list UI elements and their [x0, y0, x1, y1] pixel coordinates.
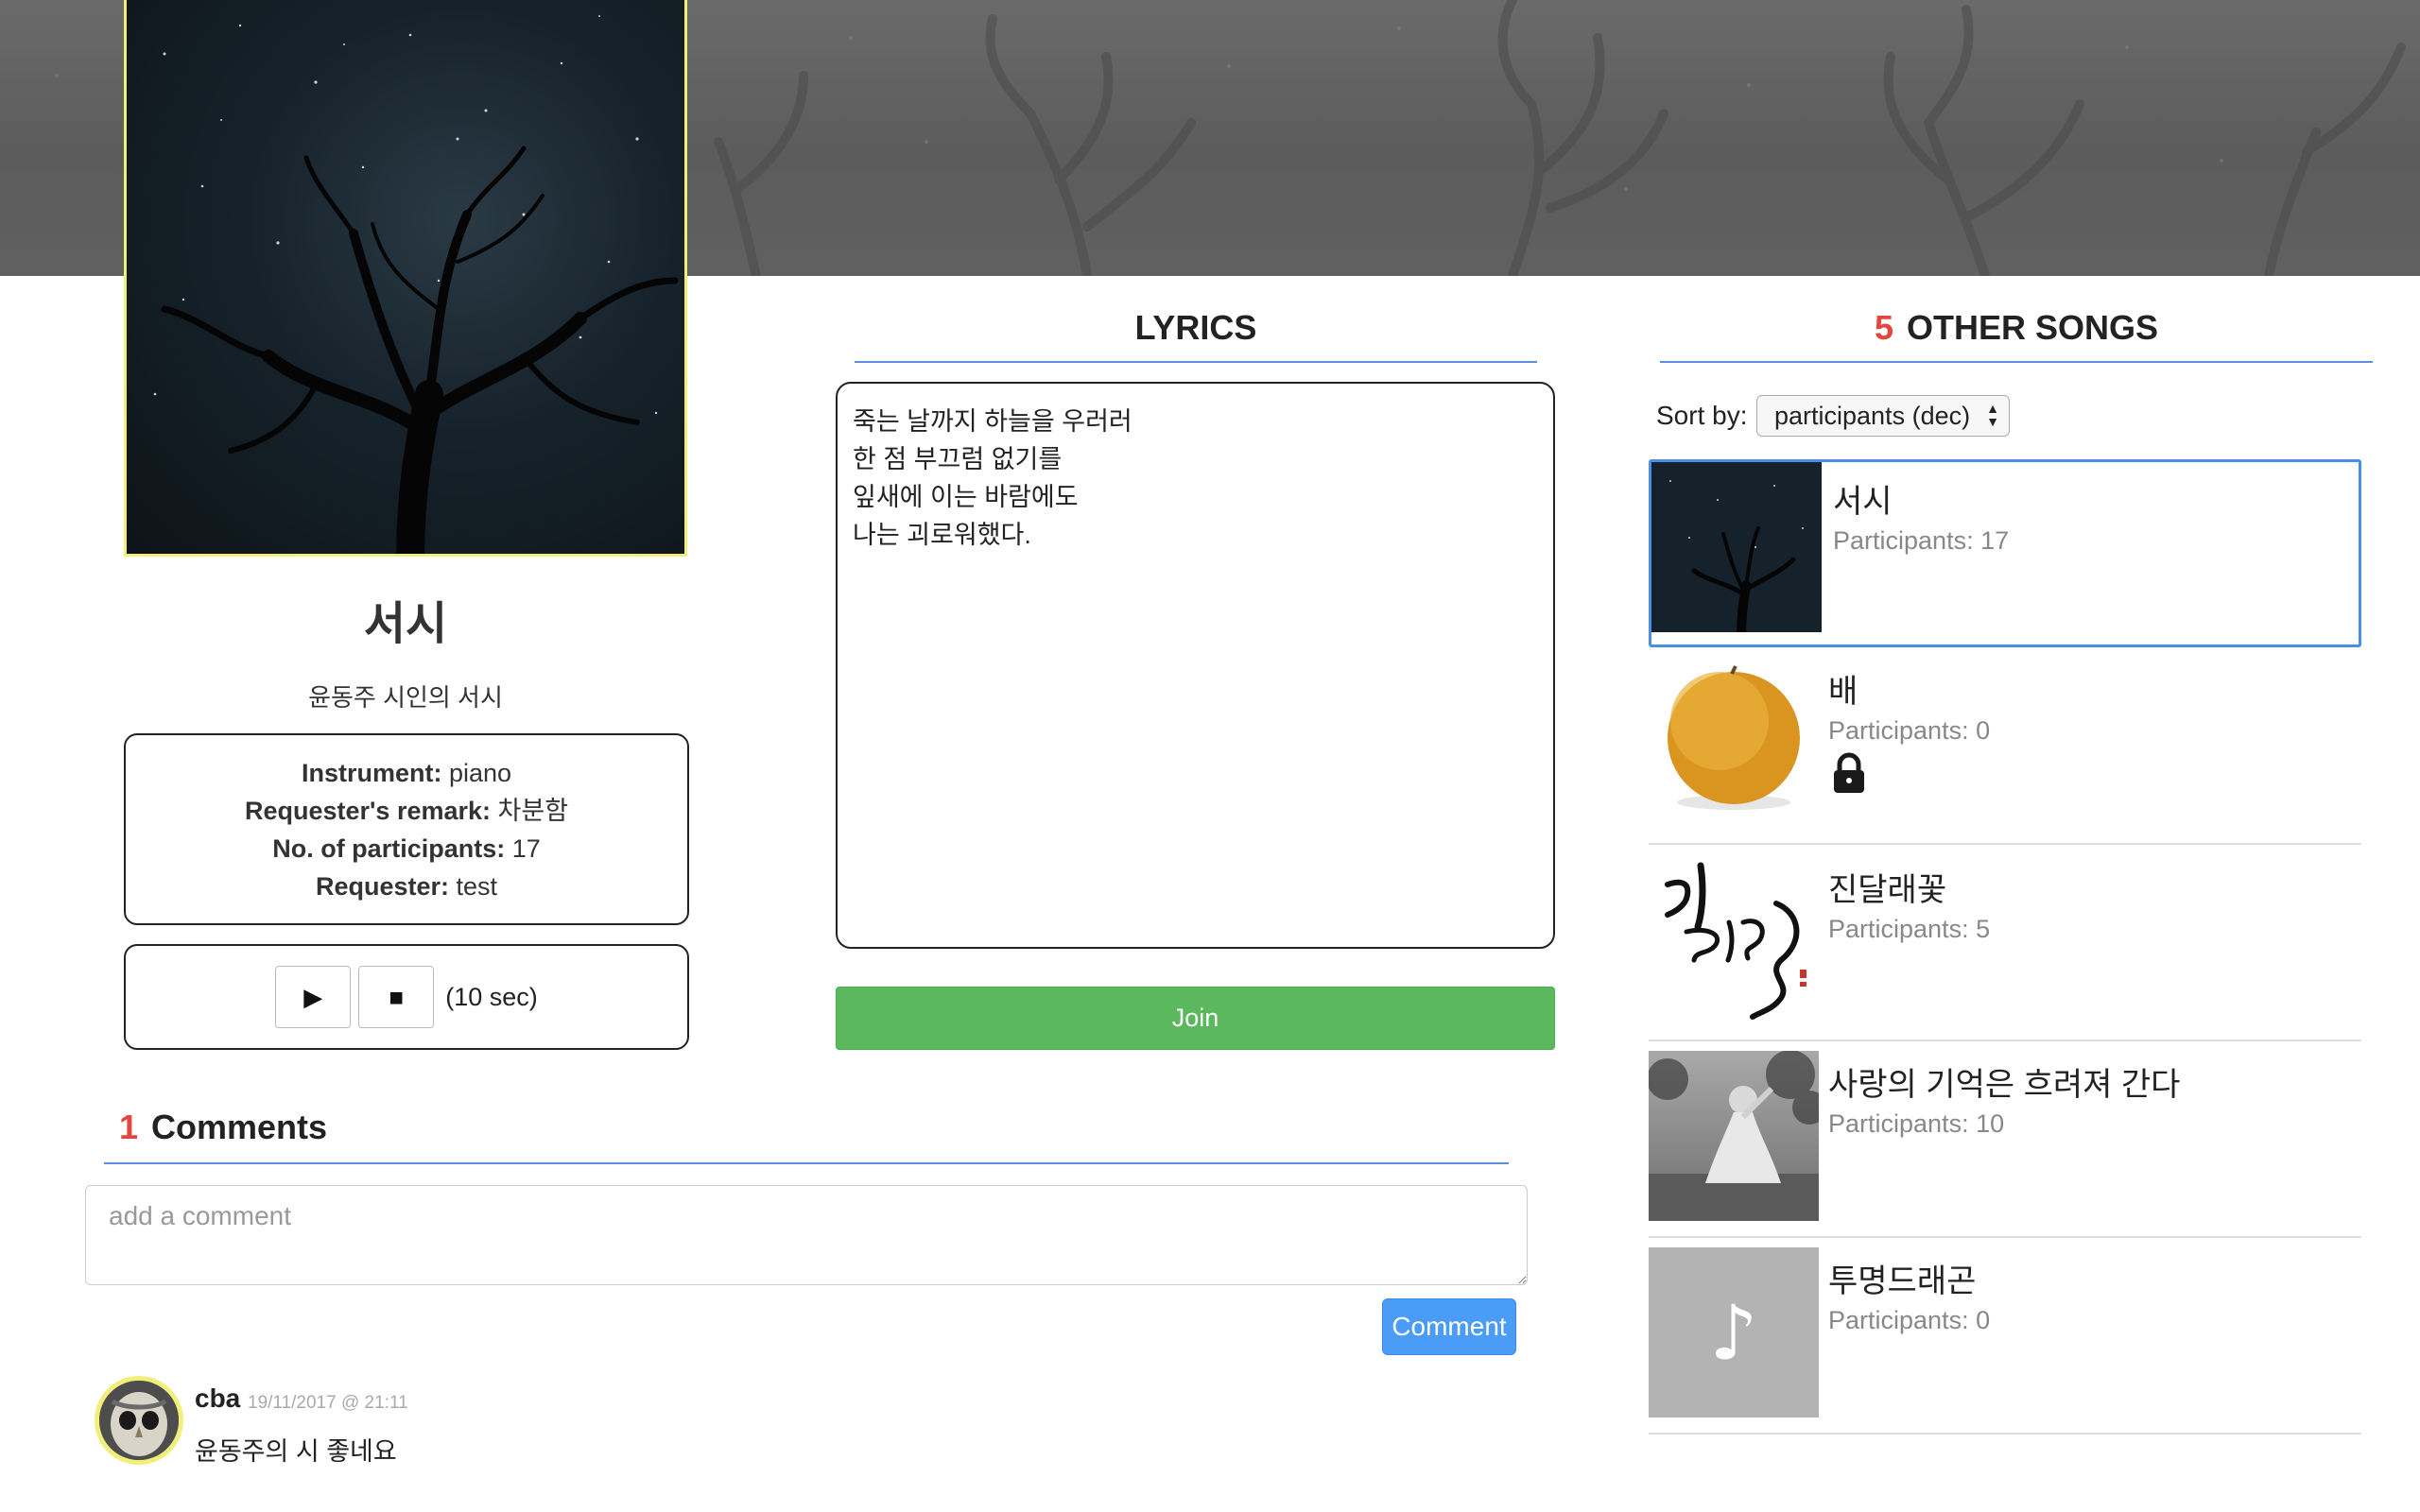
- other-songs-count: 5: [1874, 308, 1893, 347]
- song-list-item-seosi[interactable]: 서시 Participants: 17: [1649, 459, 2361, 647]
- night-sky-tree-image: [153, 15, 679, 554]
- info-label: Requester:: [315, 871, 449, 901]
- song-thumbnail: [1649, 1051, 1819, 1221]
- info-value: test: [456, 871, 498, 901]
- audio-duration: (10 sec): [445, 982, 538, 1011]
- song-cover-image: [124, 0, 687, 557]
- song-list-title: 진달래꽃: [1828, 872, 1947, 908]
- sort-label: Sort by:: [1656, 401, 1748, 430]
- song-list-participants: Participants: 10: [1828, 1109, 2005, 1138]
- info-value: piano: [448, 758, 512, 787]
- comment-date: 19/11/2017 @ 21:11: [248, 1393, 408, 1413]
- sort-select[interactable]: participants (dec) ▲ ▼: [1756, 395, 2010, 437]
- song-thumbnail: ♪: [1649, 1247, 1819, 1418]
- song-subtitle: 윤동주 시인의 서시: [308, 683, 503, 712]
- song-list-title: 배: [1828, 674, 1858, 710]
- sort-select-value: participants (dec): [1774, 401, 1971, 430]
- avatar[interactable]: [95, 1376, 183, 1465]
- song-list-participants: Participants: 5: [1828, 915, 1991, 943]
- music-note-icon: ♪: [1709, 1288, 1758, 1377]
- info-requester: Requester: test: [316, 868, 497, 905]
- select-arrows-icon: ▲ ▼: [1986, 401, 1999, 429]
- info-label: No. of participants:: [272, 833, 506, 863]
- comment-input[interactable]: [85, 1185, 1528, 1285]
- song-list-participants: Participants: 17: [1833, 526, 2010, 555]
- stop-icon: ■: [389, 982, 405, 1011]
- song-list-title: 서시: [1833, 484, 1893, 520]
- play-icon: ▶: [303, 982, 323, 1011]
- audio-player: ▶ ■ (10 sec): [124, 944, 689, 1050]
- info-value: 17: [511, 833, 541, 863]
- comments-heading-text: Comments: [151, 1108, 328, 1146]
- song-list-participants: Participants: 0: [1828, 716, 1991, 745]
- info-participants: No. of participants: 17: [272, 830, 541, 868]
- song-list-item-jindallae[interactable]: 진달래꽃 Participants: 5: [1649, 845, 2361, 1041]
- comments-count: 1: [119, 1108, 139, 1146]
- song-list-participants: Participants: 0: [1828, 1306, 1991, 1334]
- other-songs-heading: 5 OTHER SONGS: [1660, 308, 2373, 363]
- comment-username[interactable]: cba: [195, 1383, 240, 1414]
- lock-icon: [1832, 752, 1866, 799]
- info-label: Requester's remark:: [244, 796, 491, 825]
- play-button[interactable]: ▶: [275, 966, 352, 1028]
- info-remark: Requester's remark: 차분함: [245, 792, 568, 830]
- info-value: 차분함: [497, 796, 569, 825]
- pear-thumbnail: [1649, 653, 1819, 823]
- stop-button[interactable]: ■: [358, 966, 435, 1028]
- song-title: 서시: [363, 599, 448, 649]
- lyrics-heading: LYRICS: [855, 308, 1537, 363]
- song-list-title: 투명드래곤: [1828, 1263, 1977, 1299]
- lyrics-heading-text: LYRICS: [1134, 308, 1257, 347]
- song-info-box: Instrument: piano Requester's remark: 차분…: [124, 733, 689, 925]
- night-sky-thumbnail: [1651, 462, 1822, 632]
- owl-avatar-image: [99, 1381, 179, 1460]
- song-thumbnail: [1649, 653, 1819, 823]
- divider: [1649, 1433, 2361, 1435]
- song-thumbnail: [1651, 462, 1822, 632]
- song-list-title: 사랑의 기억은 흐려져 간다: [1828, 1067, 2181, 1103]
- song-list-item-bae[interactable]: 배 Participants: 0: [1649, 650, 2361, 845]
- song-list-item-memory[interactable]: 사랑의 기억은 흐려져 간다 Participants: 10: [1649, 1041, 2361, 1238]
- join-button[interactable]: Join: [836, 987, 1555, 1050]
- info-label: Instrument:: [301, 758, 442, 787]
- comment-submit-button[interactable]: Comment: [1382, 1298, 1516, 1355]
- woman-photo-thumbnail: [1649, 1051, 1819, 1221]
- calligraphy-thumbnail: [1649, 856, 1819, 1026]
- lyrics-text: 죽는 날까지 하늘을 우러러 한 점 부끄럼 없기를 잎새에 이는 바람에도 나…: [836, 382, 1555, 949]
- song-thumbnail: [1649, 856, 1819, 1026]
- info-instrument: Instrument: piano: [302, 754, 511, 792]
- comment-text: 윤동주의 시 좋네요: [195, 1437, 397, 1466]
- song-list-item-dragon[interactable]: ♪ 투명드래곤 Participants: 0: [1649, 1238, 2361, 1435]
- other-songs-heading-text: OTHER SONGS: [1907, 308, 2159, 347]
- comments-heading: 1 Comments: [104, 1108, 1509, 1164]
